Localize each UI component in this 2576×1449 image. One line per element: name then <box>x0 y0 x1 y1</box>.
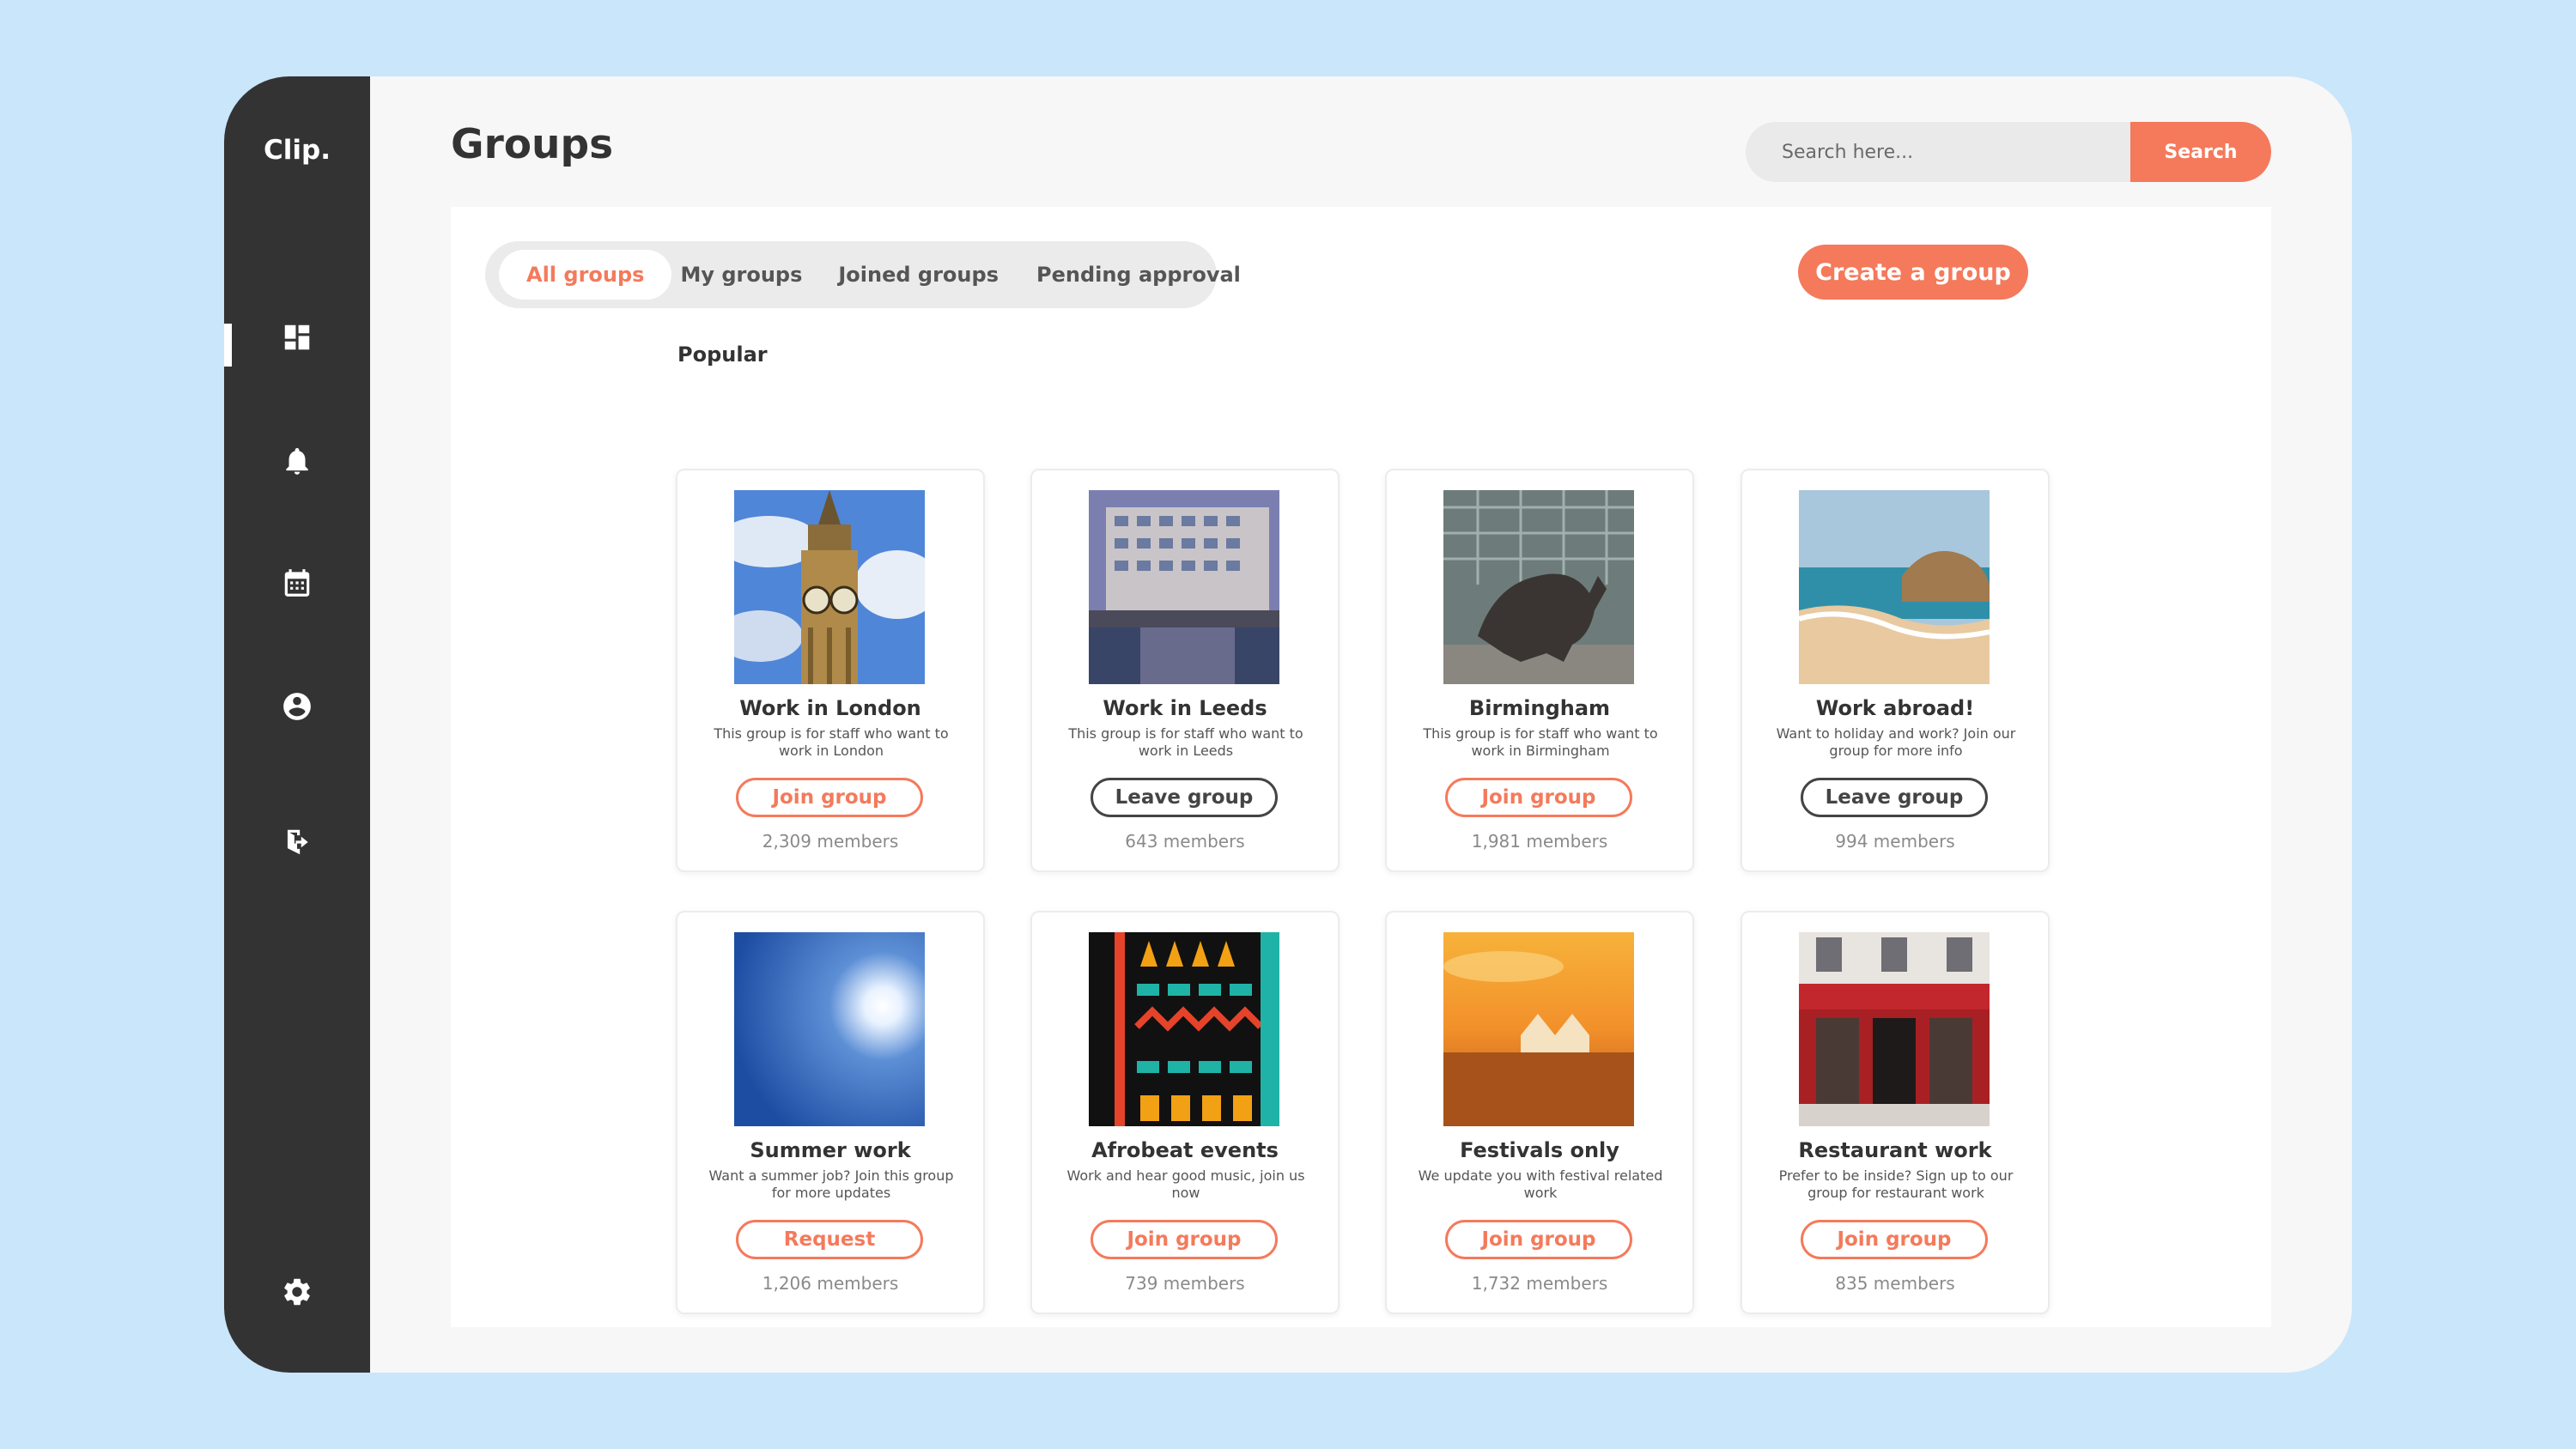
member-count: 994 members <box>1835 831 1955 852</box>
sidebar-item-notifications[interactable] <box>224 427 370 495</box>
group-card: Restaurant work Prefer to be inside? Sig… <box>1741 911 2050 1314</box>
tab-all-groups[interactable]: All groups <box>499 250 672 300</box>
group-filter-tabs: All groups My groups Joined groups Pendi… <box>485 241 1241 308</box>
section-label-popular: Popular <box>677 343 768 367</box>
group-title: Birmingham <box>1468 696 1611 720</box>
group-card: Work in Leeds This group is for staff wh… <box>1030 469 1340 872</box>
active-indicator <box>224 324 232 367</box>
group-card: Summer work Want a summer job? Join this… <box>676 911 985 1314</box>
member-count: 2,309 members <box>762 831 899 852</box>
group-description: Prefer to be inside? Sign up to our grou… <box>1778 1167 2014 1201</box>
sidebar-item-settings[interactable] <box>224 1258 370 1326</box>
group-description: This group is for staff who want to work… <box>1068 725 1303 759</box>
logo: Clip. <box>264 135 331 166</box>
group-card: Afrobeat events Work and hear good music… <box>1030 911 1340 1314</box>
member-count: 1,206 members <box>762 1273 899 1294</box>
group-image-beach <box>1799 490 1990 684</box>
page-title: Groups <box>451 121 614 168</box>
group-description: We update you with festival related work <box>1418 1167 1663 1201</box>
group-title: Summer work <box>750 1138 911 1162</box>
group-description: This group is for staff who want to work… <box>1423 725 1658 759</box>
tab-pending-approval[interactable]: Pending approval <box>1018 250 1268 300</box>
create-group-button[interactable]: Create a group <box>1798 245 2028 300</box>
group-title: Afrobeat events <box>1091 1138 1279 1162</box>
join-group-button[interactable]: Join group <box>736 778 923 817</box>
member-count: 643 members <box>1125 831 1245 852</box>
group-image-festival-crowd <box>1443 932 1634 1126</box>
group-title: Work in London <box>739 696 921 720</box>
leave-group-button[interactable]: Leave group <box>1091 778 1278 817</box>
group-title: Work in Leeds <box>1103 696 1267 720</box>
search-input[interactable] <box>1746 122 2132 182</box>
sidebar-item-account[interactable] <box>224 672 370 741</box>
dashboard-icon <box>284 324 310 350</box>
group-description: Work and hear good music, join us now <box>1066 1167 1305 1201</box>
join-group-button[interactable]: Join group <box>1445 1220 1632 1259</box>
groups-panel: All groups My groups Joined groups Pendi… <box>451 207 2271 1327</box>
request-button[interactable]: Request <box>736 1220 923 1259</box>
group-description: Want to holiday and work? Join our group… <box>1776 725 2016 759</box>
leave-group-button[interactable]: Leave group <box>1801 778 1988 817</box>
join-group-button[interactable]: Join group <box>1091 1220 1278 1259</box>
group-image-clock-tower <box>734 490 925 684</box>
group-image-waterfront-apartments <box>1089 490 1279 684</box>
group-title: Restaurant work <box>1798 1138 1992 1162</box>
logout-icon <box>284 829 308 855</box>
search-button[interactable]: Search <box>2130 122 2271 182</box>
group-image-african-pattern <box>1089 932 1279 1126</box>
calendar-icon <box>284 569 310 597</box>
member-count: 1,981 members <box>1471 831 1608 852</box>
group-card: Festivals only We update you with festiv… <box>1385 911 1694 1314</box>
account-icon <box>283 693 311 720</box>
sidebar-item-calendar[interactable] <box>224 549 370 617</box>
gear-icon <box>284 1278 310 1306</box>
tab-joined-groups[interactable]: Joined groups <box>819 250 1018 300</box>
sidebar: Clip. <box>224 76 370 1373</box>
group-description: This group is for staff who want to work… <box>714 725 949 759</box>
bell-icon <box>286 447 308 475</box>
sidebar-item-dashboard[interactable] <box>224 303 370 372</box>
sidebar-item-logout[interactable] <box>224 808 370 876</box>
member-count: 835 members <box>1835 1273 1955 1294</box>
app-window: Clip. Groups Search All groups My groups… <box>224 76 2352 1373</box>
group-card: Work abroad! Want to holiday and work? J… <box>1741 469 2050 872</box>
member-count: 1,732 members <box>1471 1273 1608 1294</box>
join-group-button[interactable]: Join group <box>1445 778 1632 817</box>
group-card: Birmingham This group is for staff who w… <box>1385 469 1694 872</box>
tab-my-groups[interactable]: My groups <box>671 250 819 300</box>
group-description: Want a summer job? Join this group for m… <box>708 1167 954 1201</box>
group-image-restaurant-front <box>1799 932 1990 1126</box>
group-title: Festivals only <box>1460 1138 1619 1162</box>
join-group-button[interactable]: Join group <box>1801 1220 1988 1259</box>
group-image-sun-sky <box>734 932 925 1126</box>
group-image-bull-statue <box>1443 490 1634 684</box>
group-title: Work abroad! <box>1815 696 1975 720</box>
group-card: Work in London This group is for staff w… <box>676 469 985 872</box>
member-count: 739 members <box>1125 1273 1245 1294</box>
